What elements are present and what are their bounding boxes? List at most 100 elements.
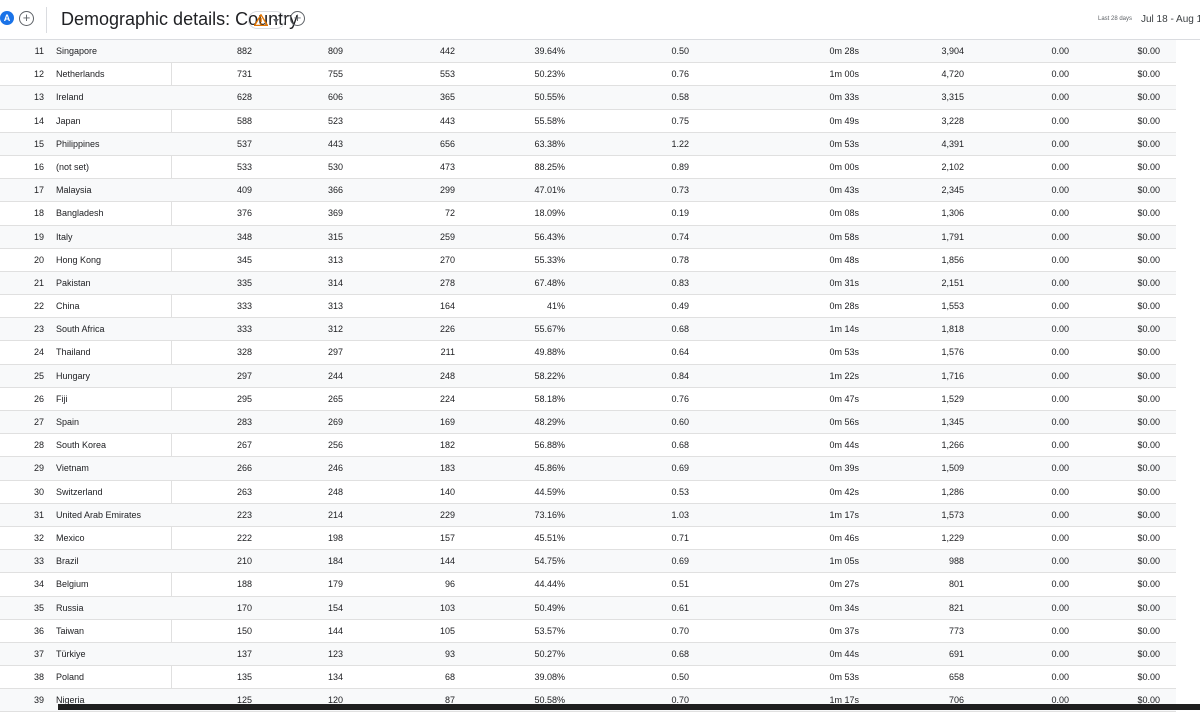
conversions-value: 0.00 [1051,185,1069,196]
table-row[interactable]: 34 Belgium 188 179 96 44.44% 0.51 0m 27s 801 0.00… [0,573,1176,597]
table-row[interactable]: 25 Hungary 297 244 248 58.22% 0.84 1m 22s 1,716 0… [0,364,1176,388]
users-value: 882 [236,46,252,56]
engaged-sessions-per-user-value: 0.61 [671,602,689,613]
table-row[interactable]: 21 Pakistan 335 314 278 67.48% 0.83 0m 31s 2,151… [0,271,1176,296]
country-name[interactable]: Türkiye [56,643,86,665]
conversions-value: 0.00 [1051,532,1069,543]
avg-engagement-time-value: 0m 46s [829,532,859,543]
table-row[interactable]: 26 Fiji 295 265 224 58.18% 0.76 0m 47s 1,529 0.00… [0,388,1176,411]
table-row[interactable]: 29 Vietnam 266 246 183 45.86% 0.69 0m 39s 1,509 0… [0,457,1176,481]
country-name[interactable]: Hong Kong [56,249,101,271]
engaged-sessions-value: 278 [439,277,455,288]
table-row[interactable]: 30 Switzerland 263 248 140 44.59% 0.53 0m 42s 1,… [0,481,1176,504]
total-revenue-value: $0.00 [1137,301,1160,312]
country-name[interactable]: Netherlands [56,63,105,85]
add-button[interactable]: + [290,11,305,26]
country-name[interactable]: Spain [56,411,79,433]
avatar[interactable]: A [0,11,14,25]
country-name[interactable]: Thailand [56,341,91,363]
country-name[interactable]: Brazil [56,550,79,572]
engaged-sessions-per-user-value: 0.89 [671,161,689,172]
country-name[interactable]: Singapore [56,40,97,62]
event-count-value: 1,791 [941,231,964,242]
row-index: 21 [33,277,44,288]
country-name[interactable]: Pakistan [56,272,91,294]
event-count-value: 2,102 [941,161,964,172]
engaged-sessions-per-user-value: 0.53 [671,486,689,497]
table-row[interactable]: 31 United Arab Emirates 223 214 229 73.16% 1.0… [0,503,1176,527]
conversions-value: 0.00 [1051,92,1069,103]
conversions-value: 0.00 [1051,69,1069,80]
country-name[interactable]: South Africa [56,318,105,340]
conversions-value: 0.00 [1051,138,1069,149]
country-name[interactable]: Fiji [56,388,68,410]
engaged-sessions-value: 248 [439,370,455,381]
row-index: 18 [33,208,44,219]
engaged-sessions-value: 442 [439,46,455,56]
engaged-sessions-value: 443 [439,115,455,126]
engagement-rate-value: 63.38% [534,138,565,149]
country-name[interactable]: Poland [56,666,84,688]
country-name[interactable]: Vietnam [56,457,89,479]
table-row[interactable]: 11 Singapore 882 809 442 39.64% 0.50 0m 28s 3,90… [0,40,1176,64]
table-row[interactable]: 13 Ireland 628 606 365 50.55% 0.58 0m 33s 3,315 0… [0,86,1176,110]
table-row[interactable]: 33 Brazil 210 184 144 54.75% 0.69 1m 05s 988 0.00… [0,550,1176,574]
table-row[interactable]: 22 China 333 313 164 41% 0.49 0m 28s 1,553 0.00 $0… [0,295,1176,319]
table-row[interactable]: 20 Hong Kong 345 313 270 55.33% 0.78 0m 48s 1,85… [0,249,1176,272]
country-name[interactable]: Belgium [56,573,89,595]
table-row[interactable]: 16 (not set) 533 530 473 88.25% 0.89 0m 00s 2,10… [0,156,1176,180]
country-name[interactable]: Switzerland [56,481,103,503]
warning-icon [254,14,268,26]
table-row[interactable]: 24 Thailand 328 297 211 49.88% 0.64 0m 53s 1,576… [0,341,1176,365]
country-name[interactable]: Hungary [56,365,90,387]
country-name[interactable]: Russia [56,597,84,619]
add-comparison-button[interactable]: + [19,11,34,26]
table-row[interactable]: 19 Italy 348 315 259 56.43% 0.74 0m 58s 1,791 0.0… [0,225,1176,249]
table-row[interactable]: 38 Poland 135 134 68 39.08% 0.50 0m 53s 658 0.00 $… [0,666,1176,690]
users-value: 333 [236,324,252,335]
event-count-value: 2,151 [941,277,964,288]
event-count-value: 1,306 [941,208,964,219]
table-row[interactable]: 23 South Africa 333 312 226 55.67% 0.68 1m 14s 1… [0,318,1176,342]
avg-engagement-time-value: 0m 44s [829,648,859,659]
country-name[interactable]: Taiwan [56,620,84,642]
table-row[interactable]: 37 Türkiye 137 123 93 50.27% 0.68 0m 44s 691 0.00… [0,642,1176,667]
country-name[interactable]: South Korea [56,434,106,456]
table-row[interactable]: 35 Russia 170 154 103 50.49% 0.61 0m 34s 821 0.00… [0,596,1176,620]
country-name[interactable]: China [56,295,80,317]
country-name[interactable]: Mexico [56,527,85,549]
engagement-rate-value: 55.67% [534,324,565,335]
country-name[interactable]: (not set) [56,156,89,178]
table-row[interactable]: 15 Philippines 537 443 656 63.38% 1.22 0m 53s 4,… [0,132,1176,156]
new-users-value: 315 [327,231,343,242]
users-value: 135 [236,672,252,683]
table-row[interactable]: 27 Spain 283 269 169 48.29% 0.60 0m 56s 1,345 0.0… [0,411,1176,435]
new-users-value: 369 [327,208,343,219]
table-row[interactable]: 36 Taiwan 150 144 105 53.57% 0.70 0m 37s 773 0.00… [0,620,1176,643]
table-row[interactable]: 32 Mexico 222 198 157 45.51% 0.71 0m 46s 1,229 0.… [0,527,1176,551]
country-name[interactable]: Philippines [56,133,100,155]
new-users-value: 443 [327,138,343,149]
country-name[interactable]: Malaysia [56,179,92,201]
new-users-value: 144 [327,625,343,636]
title-options-button[interactable] [248,11,285,29]
country-name[interactable]: Ireland [56,86,84,108]
table-row[interactable]: 12 Netherlands 731 755 553 50.23% 0.76 1m 00s 4,… [0,63,1176,87]
engaged-sessions-value: 164 [439,301,455,312]
engaged-sessions-value: 157 [439,532,455,543]
table-row[interactable]: 17 Malaysia 409 366 299 47.01% 0.73 0m 43s 2,345… [0,179,1176,203]
table-row[interactable]: 18 Bangladesh 376 369 72 18.09% 0.19 0m 08s 1,30… [0,202,1176,226]
country-name[interactable]: Italy [56,226,73,248]
avg-engagement-time-value: 0m 37s [829,625,859,636]
conversions-value: 0.00 [1051,648,1069,659]
engaged-sessions-per-user-value: 0.83 [671,277,689,288]
country-name[interactable]: United Arab Emirates [56,504,141,526]
row-index: 28 [33,440,44,451]
date-range-picker[interactable]: Jul 18 - Aug 14 [1141,14,1200,25]
country-name[interactable]: Bangladesh [56,202,104,224]
new-users-value: 248 [327,486,343,497]
country-name[interactable]: Japan [56,110,81,132]
engaged-sessions-per-user-value: 0.58 [671,92,689,103]
table-row[interactable]: 14 Japan 588 523 443 55.58% 0.75 0m 49s 3,228 0.0… [0,110,1176,133]
table-row[interactable]: 28 South Korea 267 256 182 56.88% 0.68 0m 44s 1,… [0,434,1176,458]
